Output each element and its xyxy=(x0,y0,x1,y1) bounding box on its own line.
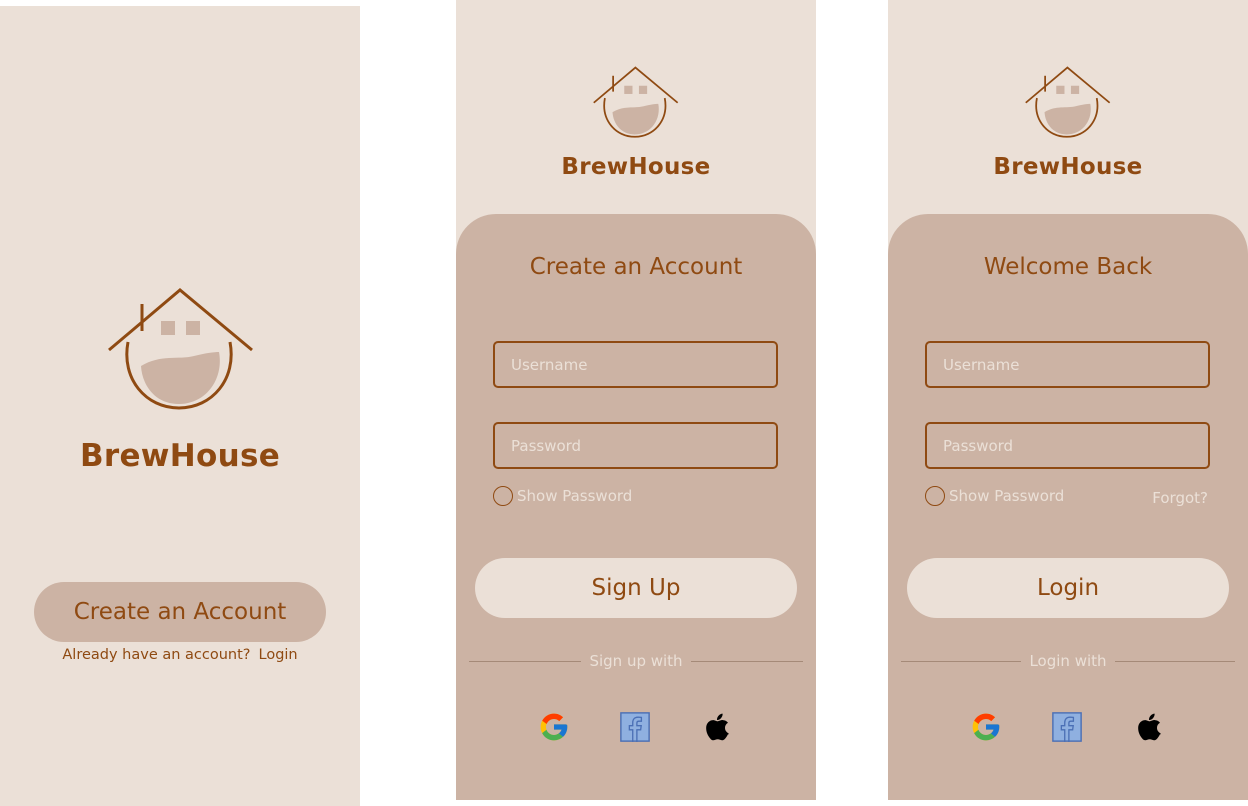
brand-name: BrewHouse xyxy=(993,154,1143,180)
forgot-password-link[interactable]: Forgot? xyxy=(1152,489,1208,507)
divider-text: Login with xyxy=(1029,652,1107,670)
divider-line xyxy=(690,660,804,662)
google-icon[interactable] xyxy=(537,710,571,744)
show-password-radio[interactable] xyxy=(925,486,945,506)
signup-with-divider: Sign up with xyxy=(469,652,804,670)
google-icon[interactable] xyxy=(969,710,1003,744)
show-password-toggle[interactable]: Show Password xyxy=(493,486,632,506)
brewhouse-logo-icon xyxy=(1024,64,1112,138)
login-screen: BrewHouse Welcome Back Show Password For… xyxy=(888,0,1248,800)
login-with-divider: Login with xyxy=(901,652,1235,670)
signup-button[interactable]: Sign Up xyxy=(475,558,797,618)
show-password-toggle[interactable]: Show Password xyxy=(925,486,1064,506)
signup-card: Create an Account Show Password Sign Up … xyxy=(456,214,816,800)
show-password-radio[interactable] xyxy=(493,486,513,506)
facebook-icon[interactable] xyxy=(1050,710,1084,744)
brewhouse-logo-icon xyxy=(592,64,680,138)
divider-text: Sign up with xyxy=(589,652,683,670)
create-account-button[interactable]: Create an Account xyxy=(34,582,326,642)
already-text: Already have an account? xyxy=(62,647,251,663)
apple-icon[interactable] xyxy=(1132,710,1166,744)
brand-name: BrewHouse xyxy=(79,438,281,474)
login-link[interactable]: Login xyxy=(259,647,298,663)
brand-name: BrewHouse xyxy=(561,154,711,180)
divider-line xyxy=(901,660,1022,662)
show-password-label: Show Password xyxy=(949,487,1065,505)
show-password-label: Show Password xyxy=(517,487,633,505)
login-card: Welcome Back Show Password Forgot? Login… xyxy=(888,214,1248,800)
apple-icon[interactable] xyxy=(700,710,734,744)
password-field[interactable] xyxy=(493,422,778,469)
already-have-account: Already have an account? Login xyxy=(0,647,360,663)
login-button[interactable]: Login xyxy=(907,558,1229,618)
divider-line xyxy=(1114,660,1235,662)
login-title: Welcome Back xyxy=(983,254,1153,280)
facebook-icon[interactable] xyxy=(618,710,652,744)
divider-line xyxy=(469,660,582,662)
signup-title: Create an Account xyxy=(529,254,743,280)
username-field[interactable] xyxy=(925,341,1210,388)
brewhouse-logo-icon xyxy=(106,284,256,410)
username-field[interactable] xyxy=(493,341,778,388)
splash-screen: BrewHouse Create an Account Already have… xyxy=(0,6,360,806)
password-field[interactable] xyxy=(925,422,1210,469)
signup-screen: BrewHouse Create an Account Show Passwor… xyxy=(456,0,816,800)
